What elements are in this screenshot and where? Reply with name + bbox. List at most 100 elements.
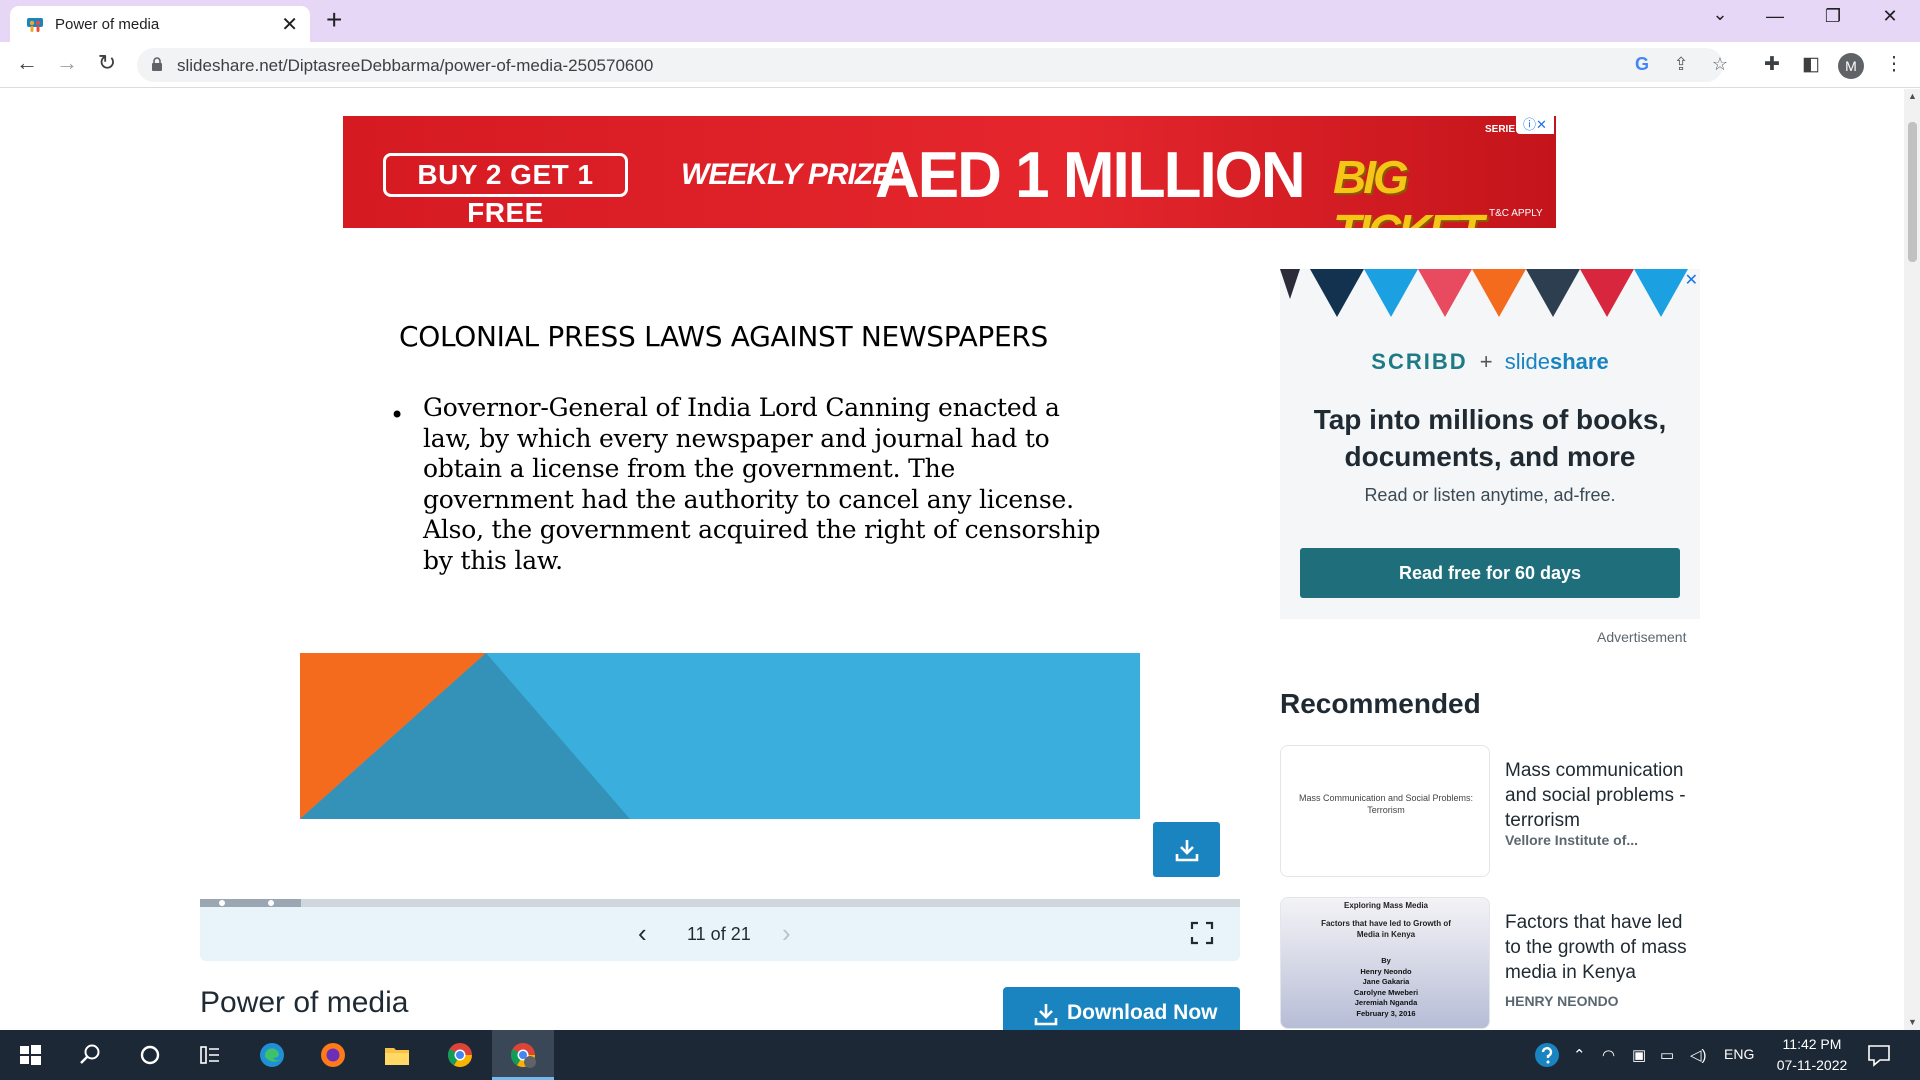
google-lens-icon[interactable]: G — [1630, 54, 1654, 76]
recommended-author[interactable]: HENRY NEONDO — [1505, 993, 1619, 1009]
language-indicator[interactable]: ENG — [1724, 1046, 1754, 1062]
share-icon[interactable]: ⇪ — [1669, 54, 1693, 76]
reload-button[interactable]: ↻ — [92, 50, 122, 80]
read-free-button[interactable]: Read free for 60 days — [1300, 548, 1680, 598]
restore-button[interactable]: ❐ — [1813, 6, 1853, 36]
plus-sign: + — [1479, 349, 1493, 374]
recommended-title[interactable]: Mass communication and social problems -… — [1505, 758, 1695, 833]
recommended-thumbnail: Exploring Mass Media Factors that have l… — [1280, 897, 1490, 1029]
back-button[interactable]: ← — [12, 50, 42, 80]
volume-icon[interactable]: ◁) — [1690, 1046, 1707, 1064]
new-tab-button[interactable]: + — [326, 4, 342, 36]
recommended-author[interactable]: Vellore Institute of... — [1505, 832, 1638, 848]
scrollbar-thumb[interactable] — [1908, 122, 1917, 262]
slide-viewer: COLONIAL PRESS LAWS AGAINST NEWSPAPERS •… — [200, 259, 1240, 819]
recommended-item[interactable]: Exploring Mass Media Factors that have l… — [1280, 897, 1700, 1029]
tab-strip: Power of media ✕ + ⌄ — ❐ ✕ — [0, 0, 1920, 42]
slideshare-logo: slideshare — [1505, 349, 1609, 374]
tab-search-icon[interactable]: ⌄ — [1700, 4, 1740, 34]
profile-avatar[interactable]: M — [1838, 53, 1864, 79]
close-tab-icon[interactable]: ✕ — [281, 12, 298, 37]
windows-start-icon[interactable] — [15, 1040, 45, 1070]
scribd-logo: SCRIBD — [1371, 349, 1468, 374]
thumbnail-authors: By Henry Neondo Jane Gakaria Carolyne Mw… — [1353, 956, 1419, 1018]
recommended-title[interactable]: Factors that have led to the growth of m… — [1505, 910, 1695, 985]
next-slide-button[interactable]: › — [782, 918, 791, 949]
slideshare-logo-light: slide — [1504, 349, 1550, 374]
slide-progress-fill — [200, 899, 301, 907]
cortana-icon[interactable] — [135, 1040, 165, 1070]
menu-kebab-icon[interactable]: ⋮ — [1882, 53, 1906, 77]
tab-title: Power of media — [55, 16, 160, 33]
banner-ad[interactable]: BUY 2 GET 1 FREE WEEKLY PRIZE: AED 1 MIL… — [343, 116, 1556, 228]
ad-offer: BUY 2 GET 1 FREE — [383, 153, 628, 228]
task-view-icon[interactable] — [195, 1040, 225, 1070]
slide-body: Governor-General of India Lord Canning e… — [423, 393, 1101, 575]
side-panel-icon[interactable]: ◧ — [1799, 53, 1823, 77]
scroll-up-arrow-icon[interactable]: ▲ — [1908, 91, 1917, 101]
fullscreen-icon[interactable] — [1190, 921, 1214, 945]
ad-series-text: SERIE — [1485, 124, 1516, 135]
slide-progress-bar[interactable] — [200, 899, 1240, 907]
slideshare-logo-bold: share — [1549, 349, 1609, 374]
browser-tab[interactable]: Power of media ✕ — [10, 6, 310, 42]
system-clock[interactable]: 11:42 PM 07-11-2022 — [1762, 1034, 1862, 1076]
address-bar[interactable]: slideshare.net/DiptasreeDebbarma/power-o… — [137, 48, 1728, 82]
windows-taskbar: ⌃ ◠ ▣ ▭ ◁) ENG 11:42 PM 07-11-2022 — [0, 1030, 1920, 1080]
download-now-button[interactable]: Download Now — [1003, 987, 1240, 1030]
show-hidden-icons-icon[interactable]: ⌃ — [1573, 1046, 1586, 1064]
previous-slide-button[interactable]: ‹ — [638, 918, 647, 949]
meet-now-icon[interactable]: ▣ — [1632, 1046, 1646, 1064]
thumbnail-subtitle: Factors that have led to Growth of Media… — [1321, 919, 1451, 939]
bookmark-star-icon[interactable]: ☆ — [1708, 54, 1732, 76]
slide-decoration — [300, 653, 1140, 819]
page-scrollbar[interactable]: ▲ ▼ — [1904, 89, 1920, 1030]
help-icon[interactable] — [1532, 1040, 1562, 1070]
advertisement-label: Advertisement — [1597, 629, 1687, 645]
recommended-item[interactable]: Mass Communication and Social Problems: … — [1280, 745, 1700, 877]
ad-close-icon[interactable]: ✕ — [1685, 270, 1698, 290]
web-page: BUY 2 GET 1 FREE WEEKLY PRIZE: AED 1 MIL… — [0, 89, 1904, 1030]
ad-book-thumbnails — [1280, 269, 1688, 317]
close-window-button[interactable]: ✕ — [1870, 6, 1910, 36]
slide-controls: ‹ 11 of 21 › — [200, 907, 1240, 961]
clock-date: 07-11-2022 — [1776, 1057, 1848, 1073]
lock-icon — [152, 57, 162, 71]
scroll-down-arrow-icon[interactable]: ▼ — [1908, 1017, 1917, 1027]
browser-toolbar: ← → ↻ slideshare.net/DiptasreeDebbarma/p… — [0, 42, 1920, 88]
clock-time: 11:42 PM — [1782, 1036, 1842, 1052]
ad-subtext: Read or listen anytime, ad-free. — [1364, 485, 1616, 505]
download-slide-button[interactable] — [1153, 822, 1220, 877]
ad-tnc: T&C APPLY — [1489, 208, 1543, 219]
search-icon[interactable] — [75, 1040, 105, 1070]
slideshare-favicon-icon — [27, 18, 43, 32]
firefox-icon[interactable] — [318, 1040, 348, 1070]
file-explorer-icon[interactable] — [382, 1040, 412, 1070]
minimize-button[interactable]: — — [1755, 6, 1795, 36]
battery-icon[interactable]: ▭ — [1660, 1046, 1674, 1064]
download-icon — [1175, 840, 1199, 862]
chrome-profile-icon[interactable] — [508, 1040, 538, 1070]
slide-counter: 11 of 21 — [687, 924, 751, 944]
download-now-label: Download Now — [1067, 1001, 1218, 1024]
recommended-thumbnail: Mass Communication and Social Problems: … — [1280, 745, 1490, 877]
scribd-ad[interactable]: ✕ SCRIBD + slideshare Tap into millions … — [1280, 269, 1700, 619]
document-title: Power of media — [200, 986, 409, 1019]
recommended-heading: Recommended — [1280, 688, 1481, 719]
edge-browser-icon[interactable] — [257, 1040, 287, 1070]
extensions-puzzle-icon[interactable]: ✚ — [1760, 53, 1784, 77]
ad-brand-logos: SCRIBD + slideshare — [1280, 349, 1700, 375]
forward-button[interactable]: → — [52, 50, 82, 80]
wifi-icon[interactable]: ◠ — [1602, 1046, 1615, 1064]
thumbnail-text: Mass Communication and Social Problems: … — [1298, 793, 1474, 815]
chrome-icon[interactable] — [445, 1040, 475, 1070]
slide-heading: COLONIAL PRESS LAWS AGAINST NEWSPAPERS — [399, 320, 1049, 353]
progress-dot — [268, 900, 274, 906]
ad-prize-label: WEEKLY PRIZE: — [681, 158, 901, 191]
download-icon — [1034, 1004, 1058, 1026]
adchoices-close-icon[interactable]: ⓘ✕ — [1516, 116, 1554, 134]
ad-prize-value: AED 1 MILLION — [875, 139, 1306, 212]
notification-center-icon[interactable] — [1864, 1040, 1894, 1070]
url-text: slideshare.net/DiptasreeDebbarma/power-o… — [177, 56, 654, 75]
progress-dot — [219, 900, 225, 906]
